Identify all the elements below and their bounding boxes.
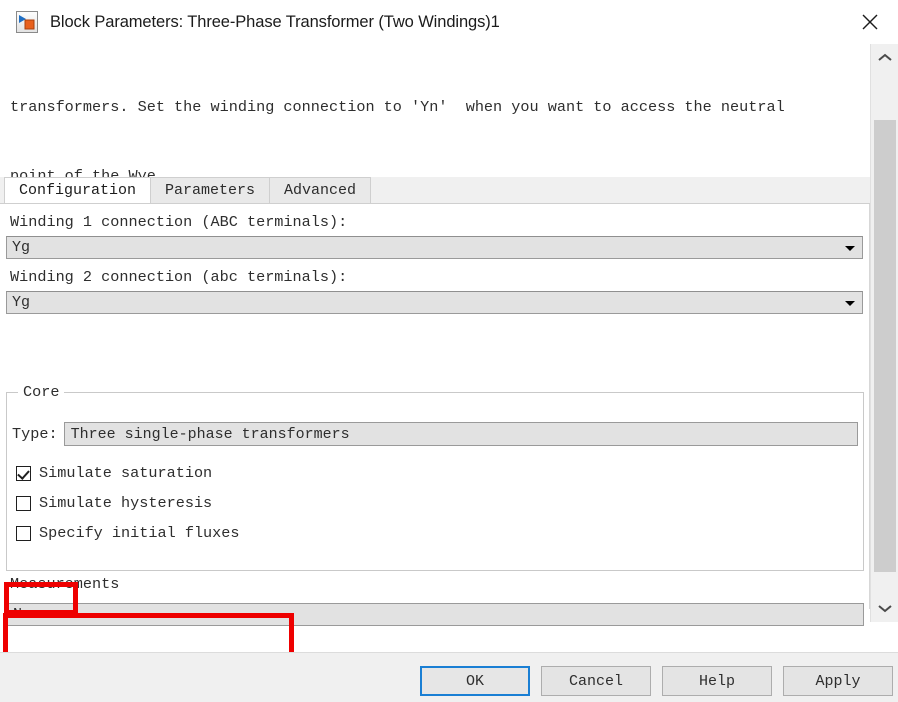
- ok-button[interactable]: OK: [420, 666, 530, 696]
- cancel-button[interactable]: Cancel: [541, 666, 651, 696]
- checkbox-row-simulate-saturation[interactable]: Simulate saturation: [16, 458, 240, 488]
- core-type-value: Three single-phase transformers: [70, 425, 350, 443]
- winding1-connection-dropdown[interactable]: Yg: [6, 236, 863, 259]
- checkbox-simulate-hysteresis[interactable]: [16, 495, 31, 511]
- checkbox-row-simulate-hysteresis[interactable]: Simulate hysteresis: [16, 488, 240, 518]
- winding2-connection-dropdown[interactable]: Yg: [6, 291, 863, 314]
- measurements-separator: [6, 570, 864, 571]
- winding1-value: Yg: [12, 239, 31, 256]
- core-type-row: Type: Three single-phase transformers: [6, 422, 864, 446]
- block-parameters-dialog: Block Parameters: Three-Phase Transforme…: [0, 0, 898, 702]
- chevron-up-icon[interactable]: [871, 44, 898, 72]
- checkbox-simulate-saturation[interactable]: [16, 465, 31, 481]
- core-type-label: Type:: [12, 425, 58, 443]
- measurements-label: Measurements: [10, 575, 120, 593]
- checkbox-specify-initial-fluxes[interactable]: [16, 525, 31, 541]
- vertical-scrollbar[interactable]: [870, 44, 898, 622]
- title-bar: Block Parameters: Three-Phase Transforme…: [0, 0, 898, 45]
- tab-configuration[interactable]: Configuration: [4, 177, 152, 203]
- tab-advanced[interactable]: Advanced: [269, 177, 372, 203]
- close-icon[interactable]: [842, 0, 898, 44]
- help-button[interactable]: Help: [662, 666, 772, 696]
- measurements-value: None: [13, 606, 50, 623]
- checkbox-label-simulate-hysteresis: Simulate hysteresis: [39, 494, 213, 512]
- description-line-1: transformers. Set the winding connection…: [10, 98, 785, 116]
- checkbox-label-specify-initial-fluxes: Specify initial fluxes: [39, 524, 240, 542]
- winding2-value: Yg: [12, 294, 31, 311]
- configuration-panel: Winding 1 connection (ABC terminals): Yg…: [0, 204, 870, 652]
- simulink-block-icon: [16, 11, 38, 33]
- core-type-dropdown[interactable]: Three single-phase transformers: [63, 422, 858, 446]
- page-title: Block Parameters: Three-Phase Transforme…: [50, 12, 500, 31]
- chevron-down-icon: [845, 300, 855, 306]
- dialog-content: transformers. Set the winding connection…: [0, 44, 898, 652]
- apply-button[interactable]: Apply: [783, 666, 893, 696]
- checkbox-label-simulate-saturation: Simulate saturation: [39, 464, 213, 482]
- winding2-label: Winding 2 connection (abc terminals):: [10, 268, 348, 286]
- chevron-down-icon[interactable]: [871, 594, 898, 622]
- core-group: Core Type: Three single-phase transforme…: [6, 383, 864, 570]
- core-group-legend: Core: [18, 383, 65, 401]
- vertical-scrollbar-thumb[interactable]: [874, 120, 896, 572]
- dialog-footer: OK Cancel Help Apply: [0, 652, 898, 702]
- checkbox-row-specify-initial-fluxes[interactable]: Specify initial fluxes: [16, 518, 240, 548]
- tab-parameters[interactable]: Parameters: [150, 177, 271, 203]
- tab-strip: Configuration Parameters Advanced: [0, 177, 870, 204]
- chevron-down-icon: [845, 245, 855, 251]
- measurements-dropdown[interactable]: None: [6, 603, 864, 626]
- winding1-label: Winding 1 connection (ABC terminals):: [10, 213, 348, 231]
- core-checkbox-group: Simulate saturation Simulate hysteresis …: [16, 458, 240, 548]
